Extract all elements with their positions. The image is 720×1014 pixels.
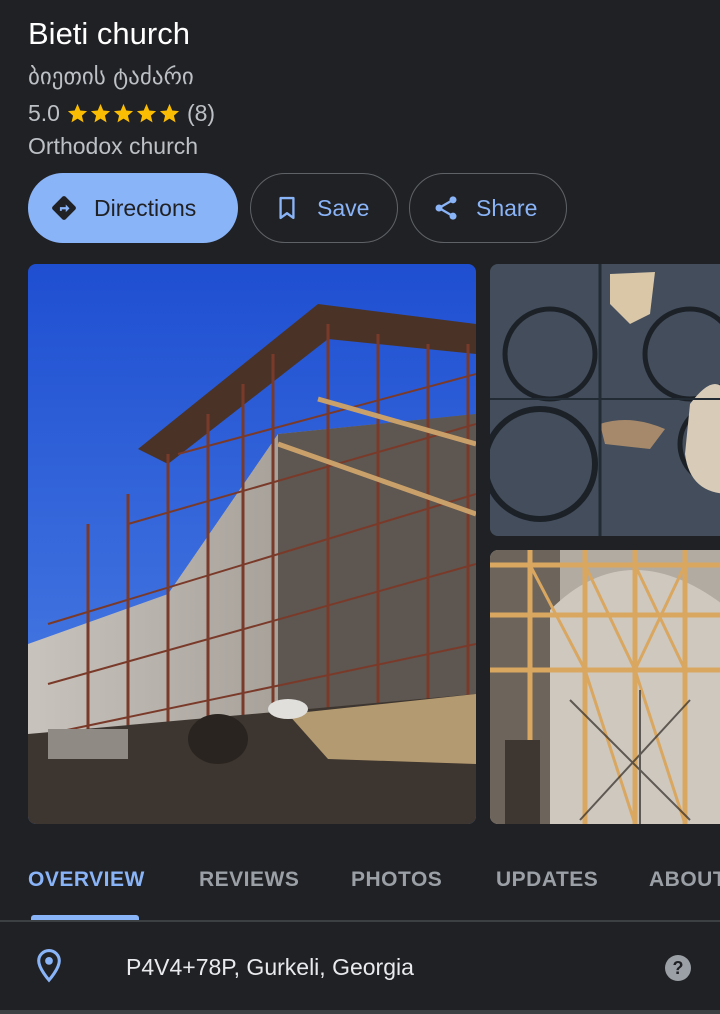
bottom-divider [0, 1010, 720, 1014]
tab-bar: OVERVIEW REVIEWS PHOTOS UPDATES ABOUT [0, 850, 720, 922]
bookmark-icon [279, 196, 295, 220]
star-icon [67, 103, 88, 122]
save-button[interactable]: Save [250, 173, 398, 243]
tab-updates[interactable]: UPDATES [496, 868, 598, 892]
directions-label: Directions [94, 194, 197, 221]
place-native-name: ბიეთის ტაძარი [28, 64, 194, 90]
rating-stars [66, 102, 181, 125]
address-row[interactable]: P4V4+78P, Gurkeli, Georgia ? [0, 922, 720, 1012]
directions-icon [52, 196, 76, 220]
tab-photos[interactable]: PHOTOS [351, 868, 442, 892]
help-icon[interactable]: ? [665, 955, 691, 981]
tab-overview[interactable]: OVERVIEW [28, 868, 145, 892]
star-icon [136, 103, 157, 122]
place-category: Orthodox church [28, 133, 199, 159]
directions-button[interactable]: Directions [28, 173, 238, 243]
interior-photo[interactable] [490, 550, 720, 824]
share-button[interactable]: Share [409, 173, 567, 243]
share-label: Share [476, 194, 538, 221]
location-pin-icon [37, 949, 61, 983]
save-label: Save [317, 194, 370, 221]
rating-value: 5.0 [28, 99, 60, 126]
address-text: P4V4+78P, Gurkeli, Georgia [126, 954, 414, 980]
share-icon [435, 196, 457, 220]
interior-scaffolding-image [490, 550, 720, 824]
rating-row[interactable]: 5.0 (8) [28, 98, 215, 128]
main-photo[interactable] [28, 264, 476, 824]
tab-about[interactable]: ABOUT [649, 868, 720, 892]
fresco-photo[interactable] [490, 264, 720, 536]
church-scaffolding-image [28, 264, 476, 824]
star-icon [113, 103, 134, 122]
star-icon [90, 103, 111, 122]
review-count: (8) [186, 99, 216, 126]
star-icon [159, 103, 180, 122]
tab-reviews[interactable]: REVIEWS [199, 868, 299, 892]
place-title: Bieti church [28, 16, 190, 51]
fresco-image [490, 264, 720, 536]
